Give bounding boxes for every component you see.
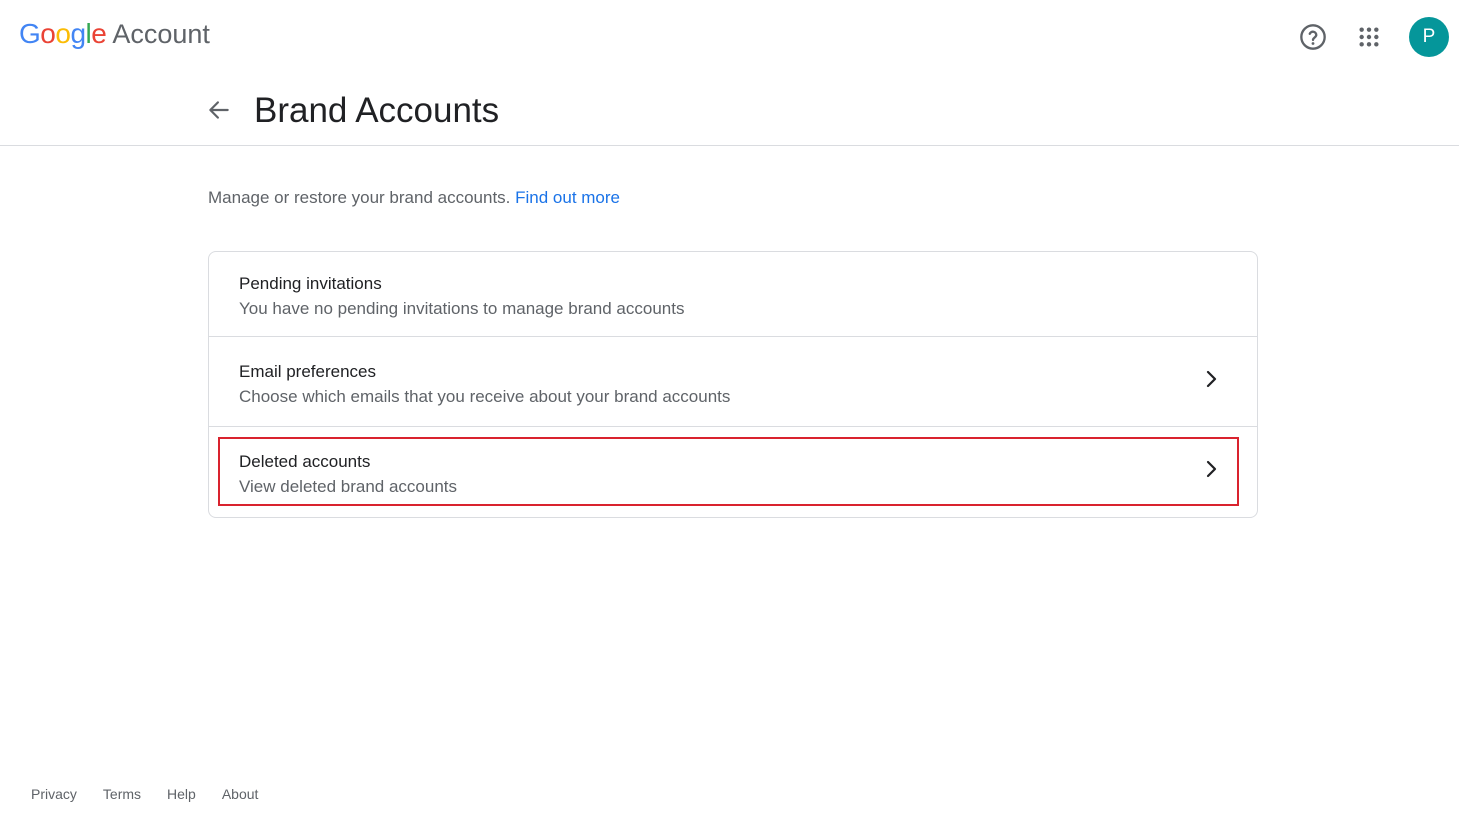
- pending-invitations-row: Pending invitations You have no pending …: [209, 252, 1257, 337]
- product-name: Account: [112, 19, 210, 49]
- apps-button[interactable]: [1349, 17, 1389, 57]
- top-bar: Google Account P: [0, 0, 1459, 72]
- avatar-initial: P: [1422, 26, 1436, 47]
- intro-text: Manage or restore your brand accounts. F…: [208, 187, 620, 209]
- footer-link-help[interactable]: Help: [167, 784, 196, 804]
- page-header: Brand Accounts: [0, 72, 1459, 146]
- footer-link-about[interactable]: About: [222, 784, 259, 804]
- footer-link-privacy[interactable]: Privacy: [31, 784, 77, 804]
- account-avatar[interactable]: P: [1409, 17, 1449, 57]
- intro-description: Manage or restore your brand accounts.: [208, 188, 511, 207]
- row-description: View deleted brand accounts: [239, 477, 458, 496]
- arrow-left-icon: [209, 101, 229, 119]
- help-button[interactable]: [1293, 17, 1333, 57]
- page-title: Brand Accounts: [254, 91, 500, 130]
- row-description: Choose which emails that you receive abo…: [239, 387, 731, 406]
- footer-link-terms[interactable]: Terms: [103, 784, 141, 804]
- brand-accounts-card: Pending invitations You have no pending …: [208, 251, 1258, 518]
- google-account-logo[interactable]: Google Account: [19, 18, 210, 50]
- chevron-right-icon: [1199, 367, 1223, 391]
- row-title: Deleted accounts: [239, 452, 371, 471]
- deleted-accounts-row[interactable]: Deleted accounts View deleted brand acco…: [209, 427, 1257, 517]
- email-preferences-row[interactable]: Email preferences Choose which emails th…: [209, 337, 1257, 427]
- back-button[interactable]: [199, 90, 239, 130]
- row-description: You have no pending invitations to manag…: [239, 299, 685, 318]
- row-title: Email preferences: [239, 362, 377, 381]
- chevron-right-icon: [1199, 457, 1223, 481]
- footer: Privacy Terms Help About: [31, 784, 284, 804]
- row-title: Pending invitations: [239, 274, 382, 293]
- google-logo: Google: [19, 18, 107, 49]
- help-circle-icon: [1300, 24, 1326, 50]
- apps-grid-icon: [1359, 27, 1379, 47]
- find-out-more-link[interactable]: Find out more: [515, 188, 620, 207]
